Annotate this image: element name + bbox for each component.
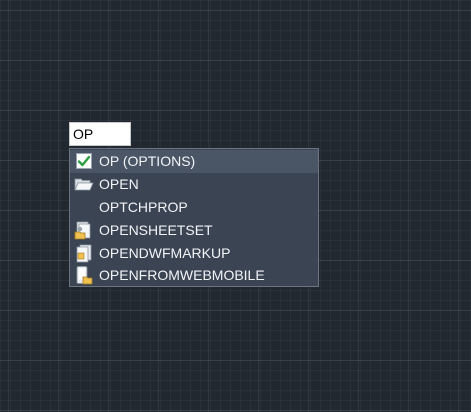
web-mobile-icon	[74, 265, 94, 285]
suggestion-label: OPEN	[99, 176, 139, 193]
autocomplete-list: OP (OPTIONS) OPEN OPTCHPROP OPENSHEETSET	[69, 148, 319, 287]
empty-icon-slot	[74, 197, 94, 217]
folder-open-icon	[74, 174, 94, 194]
suggestion-label: OP (OPTIONS)	[99, 153, 196, 170]
suggestion-item-options[interactable]: OP (OPTIONS)	[70, 150, 318, 173]
suggestion-label: OPENSHEETSET	[99, 221, 213, 238]
suggestion-item-opensheetset[interactable]: OPENSHEETSET	[70, 218, 318, 241]
sheet-set-icon	[74, 220, 94, 240]
suggestion-item-open[interactable]: OPEN	[70, 173, 318, 196]
suggestion-item-openfromwebmobile[interactable]: OPENFROMWEBMOBILE	[70, 264, 318, 287]
suggestion-label: OPENFROMWEBMOBILE	[99, 267, 265, 284]
suggestion-label: OPTCHPROP	[99, 198, 188, 215]
checkbox-checked-icon	[74, 151, 94, 171]
command-input[interactable]: OP	[69, 122, 131, 146]
suggestion-item-opendwfmarkup[interactable]: OPENDWFMARKUP	[70, 241, 318, 264]
dwf-markup-icon	[74, 243, 94, 263]
suggestion-item-optchprop[interactable]: OPTCHPROP	[70, 196, 318, 219]
suggestion-label: OPENDWFMARKUP	[99, 244, 231, 261]
